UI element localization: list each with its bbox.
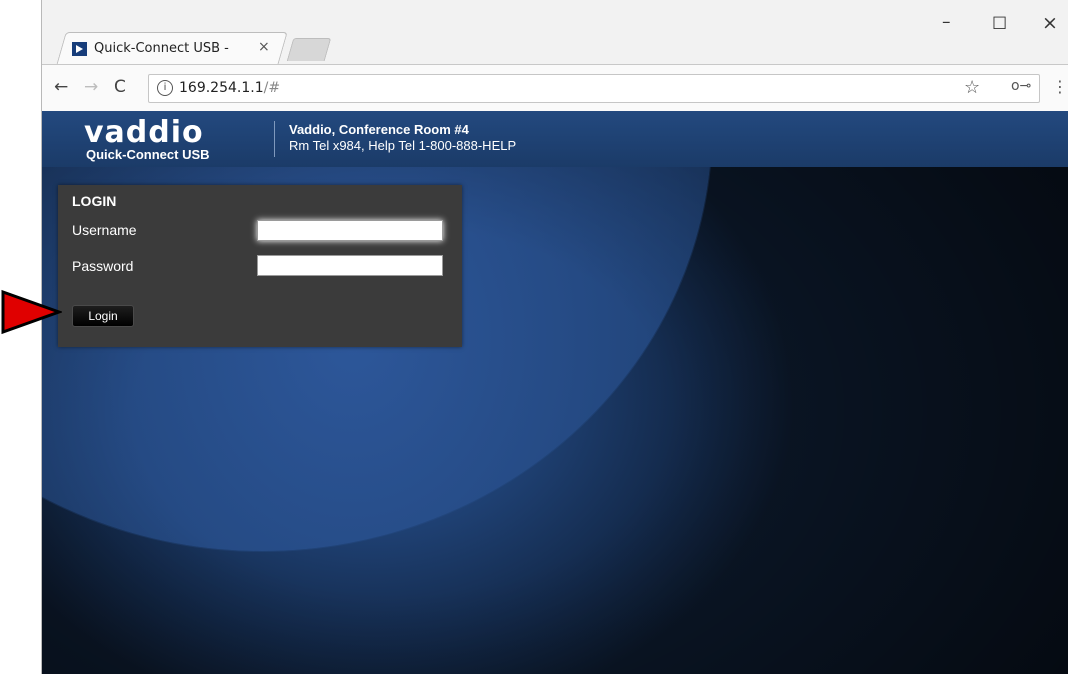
login-title: LOGIN (72, 193, 117, 209)
menu-icon[interactable]: ⋮ (1052, 77, 1068, 96)
info-icon[interactable]: i (157, 80, 173, 96)
browser-window: Quick-Connect USB - × – ☐ × ← → C i 169.… (41, 0, 1068, 674)
tab-strip: Quick-Connect USB - × – ☐ × (42, 0, 1068, 66)
reload-icon[interactable]: C (114, 77, 126, 97)
url-host: 169.254.1.1 (179, 80, 264, 96)
username-label: Username (72, 222, 137, 238)
star-icon[interactable]: ☆ (964, 77, 980, 98)
password-label: Password (72, 258, 134, 274)
url-text: 169.254.1.1/# (179, 80, 280, 96)
header-divider (274, 121, 275, 157)
login-panel: LOGIN Username Password Login (58, 185, 462, 347)
username-input[interactable] (257, 220, 443, 241)
vaddio-favicon-icon (72, 42, 87, 56)
pointer-arrow-icon (1, 289, 62, 335)
room-name: Vaddio, Conference Room #4 (289, 122, 469, 137)
page-viewport: vaddio Quick-Connect USB Vaddio, Confere… (42, 111, 1068, 674)
logo-wordmark: vaddio (84, 115, 204, 150)
tab-title: Quick-Connect USB - (94, 41, 229, 56)
back-arrow-icon[interactable]: ← (54, 77, 68, 97)
new-tab-button[interactable] (286, 38, 332, 61)
browser-toolbar: ← → C i 169.254.1.1/# o⊸ ☆ ⋮ (42, 64, 1068, 112)
password-input[interactable] (257, 255, 443, 276)
tab-close-icon[interactable]: × (258, 39, 270, 55)
page-header: vaddio Quick-Connect USB Vaddio, Confere… (42, 111, 1068, 167)
close-window-button[interactable]: × (1042, 12, 1058, 34)
tab-quick-connect[interactable]: Quick-Connect USB - × (56, 32, 276, 65)
minimize-button[interactable]: – (942, 12, 951, 32)
address-bar[interactable]: i 169.254.1.1/# o⊸ (148, 74, 1040, 103)
maximize-button[interactable]: ☐ (992, 14, 1007, 34)
forward-arrow-icon[interactable]: → (84, 77, 98, 97)
key-icon[interactable]: o⊸ (1011, 78, 1031, 94)
room-phone: Rm Tel x984, Help Tel 1-800-888-HELP (289, 138, 517, 153)
url-path: /# (263, 80, 281, 96)
login-button[interactable]: Login (72, 305, 134, 327)
logo-subtitle: Quick-Connect USB (86, 147, 210, 162)
vaddio-logo: vaddio Quick-Connect USB (84, 115, 234, 162)
